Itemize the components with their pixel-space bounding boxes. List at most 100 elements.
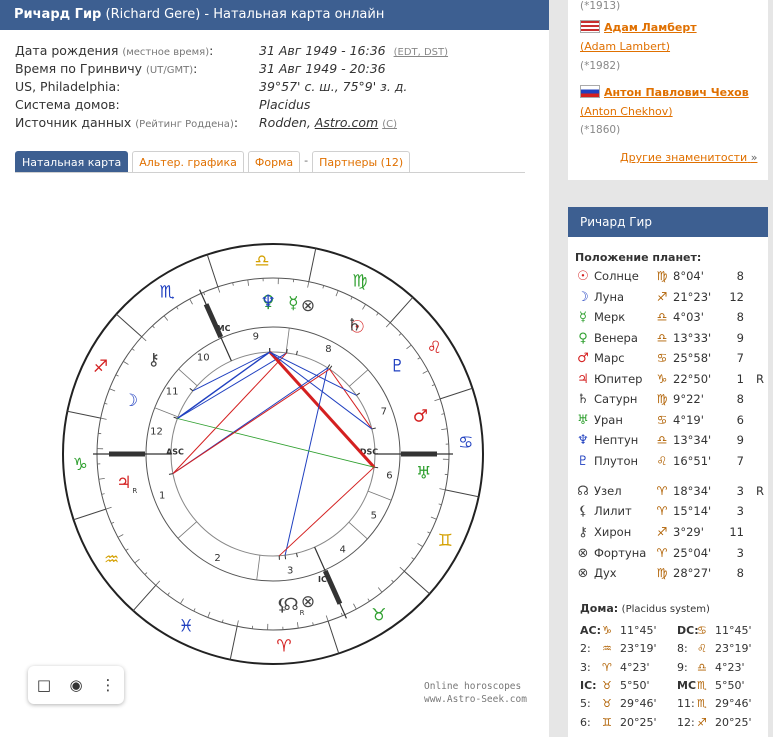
house-label: DC:: [677, 624, 699, 637]
famous-list: (*1913) Адам Ламберт (Adam Lambert) (*19…: [568, 0, 768, 180]
tab-natal-chart[interactable]: Натальная карта: [15, 151, 129, 173]
tab-partners[interactable]: Партнеры (12): [312, 151, 411, 173]
timezone-link[interactable]: (EDT, DST): [394, 47, 448, 58]
house-degree: 29°46': [620, 697, 657, 711]
famous-item-lambert-year: (*1982): [580, 60, 621, 72]
degree-tick: [385, 322, 391, 328]
house-degree: 4°23': [715, 660, 745, 674]
planet-degree: 18°34': [673, 484, 712, 498]
panel-title: Ричард Гир: [568, 207, 768, 237]
bookmark-icon[interactable]: □: [33, 676, 55, 694]
planet-glyph-icon: ♇: [390, 357, 405, 377]
houses-title: Дома: (Placidus system): [580, 602, 710, 615]
planet-tick: [371, 427, 376, 430]
aspect-line: [278, 466, 375, 557]
more-icon[interactable]: ⋮: [97, 676, 119, 694]
house-sign-icon: ♑: [602, 624, 612, 637]
house-cusp: [177, 521, 197, 539]
degree-tick: [193, 608, 196, 612]
degree-tick: [236, 620, 239, 627]
house-number: 2: [214, 553, 220, 564]
degree-tick: [98, 477, 105, 480]
planet-glyph-icon: ☽: [123, 391, 138, 411]
astro-link[interactable]: Astro.com: [315, 115, 378, 130]
sign-glyph-icon: ♌: [656, 454, 668, 468]
page: Ричард Гир (Richard Gere) - Натальная ка…: [0, 0, 773, 737]
camera-icon[interactable]: ◉: [65, 676, 87, 694]
planet-degree: 25°58': [673, 351, 712, 365]
natal-chart: ♈ ♉ ♊ ♋ ♌ ♍ ♎ ♏ ♐ ♑ ♒ ♓ 1 2 3 4 5 6 7 8 9 10 11 12 ASC DSC MC IC ☉ ☽ ☿…: [55, 190, 515, 710]
house-row: 3: ♈ 4°23' 9: ♎ 4°23': [580, 661, 770, 679]
tab-form[interactable]: Форма: [247, 151, 301, 173]
more-famous-link[interactable]: Другие знаменитости »: [620, 151, 757, 164]
planet-tick: [329, 365, 333, 370]
planet-degree: 22°50': [673, 372, 712, 386]
house-sign-icon: ♒: [602, 642, 612, 656]
tab-alt-graphics[interactable]: Альтер. графика: [132, 151, 244, 173]
degree-tick: [439, 488, 446, 491]
planet-glyph-icon: ⚷: [578, 525, 588, 540]
sign-glyph-icon: ♎: [656, 331, 668, 345]
sign-boundary: [132, 584, 157, 612]
planet-glyph-icon: ☿: [579, 310, 587, 325]
house-sign-icon: ♈: [602, 660, 612, 674]
degree-tick: [322, 285, 325, 289]
famous-item-lambert-en[interactable]: (Adam Lambert): [580, 40, 670, 53]
sign-glyph-icon: ♍: [656, 269, 668, 283]
degree-tick: [155, 580, 161, 586]
planet-glyph-icon: ♂: [413, 407, 428, 427]
aspect-line: [177, 418, 375, 468]
planet-house: 8: [736, 310, 744, 324]
degree-tick: [376, 312, 379, 316]
house-cusp: [348, 521, 368, 540]
planet-tick: [168, 473, 173, 475]
planet-row: ♆ Нептун ♎ 13°34' 9: [574, 433, 768, 453]
zodiac-sign-icon: ♓: [179, 616, 194, 636]
degree-tick: [131, 348, 135, 351]
house-number: 5: [371, 511, 377, 522]
rating-link[interactable]: (C): [382, 119, 397, 130]
houses-value: Placidus: [259, 97, 311, 112]
house-number: 8: [325, 344, 331, 355]
planet-row: ♇ Плутон ♌ 16°51' 7: [574, 454, 768, 474]
chart-tabs: Натальная карта Альтер. графика Форма - …: [15, 149, 414, 173]
planets-title: Положение планет:: [575, 251, 702, 264]
degree-tick: [163, 315, 169, 321]
planet-degree: 25°04': [673, 546, 712, 560]
house-label: AC:: [580, 624, 601, 637]
sign-boundary: [445, 489, 479, 498]
degree-tick: [312, 622, 314, 626]
house-label: MC: [677, 678, 697, 692]
famous-item-chekhov[interactable]: Антон Павлович Чехов: [580, 85, 749, 99]
degree-tick: [217, 286, 221, 293]
house-row: AC: ♑ 11°45' DC: ♋ 11°45': [580, 624, 770, 642]
degree-tick: [411, 557, 415, 560]
aspect-line: [172, 352, 288, 474]
planet-row: ☿ Мерк ♎ 4°03' 8: [574, 310, 768, 330]
degree-tick: [134, 558, 140, 564]
planet-glyph-icon: ⊗: [577, 566, 589, 581]
planet-tick: [286, 348, 288, 353]
sign-glyph-icon: ♐: [656, 525, 668, 539]
planet-row: ♃ Юпитер ♑ 22°50' 1 R: [574, 372, 768, 392]
sign-boundary: [439, 387, 473, 400]
planet-house: 3: [736, 546, 744, 560]
degree-tick: [340, 612, 343, 616]
planet-tick: [327, 364, 331, 369]
degree-tick: [377, 587, 383, 593]
famous-item-chekhov-en[interactable]: (Anton Chekhov): [580, 105, 673, 118]
planet-row: ⚸ Лилит ♈ 15°14' 3: [574, 504, 768, 524]
degree-tick: [362, 304, 366, 310]
planet-degree: 13°34': [673, 433, 712, 447]
zodiac-sign-icon: ♐: [93, 357, 108, 377]
planet-glyph-icon: ⊗: [301, 592, 315, 612]
degree-tick: [335, 290, 339, 297]
degree-tick: [296, 622, 299, 629]
degree-tick: [109, 388, 116, 392]
degree-tick: [189, 298, 193, 305]
planet-glyph-icon: ☿: [288, 293, 298, 313]
planet-row: ♄ Сатурн ♍ 9°22' 8: [574, 392, 768, 412]
famous-item-lambert[interactable]: Адам Ламберт: [580, 20, 697, 34]
planet-house: 3: [736, 504, 744, 518]
planet-glyph-icon: ♃: [116, 473, 131, 493]
